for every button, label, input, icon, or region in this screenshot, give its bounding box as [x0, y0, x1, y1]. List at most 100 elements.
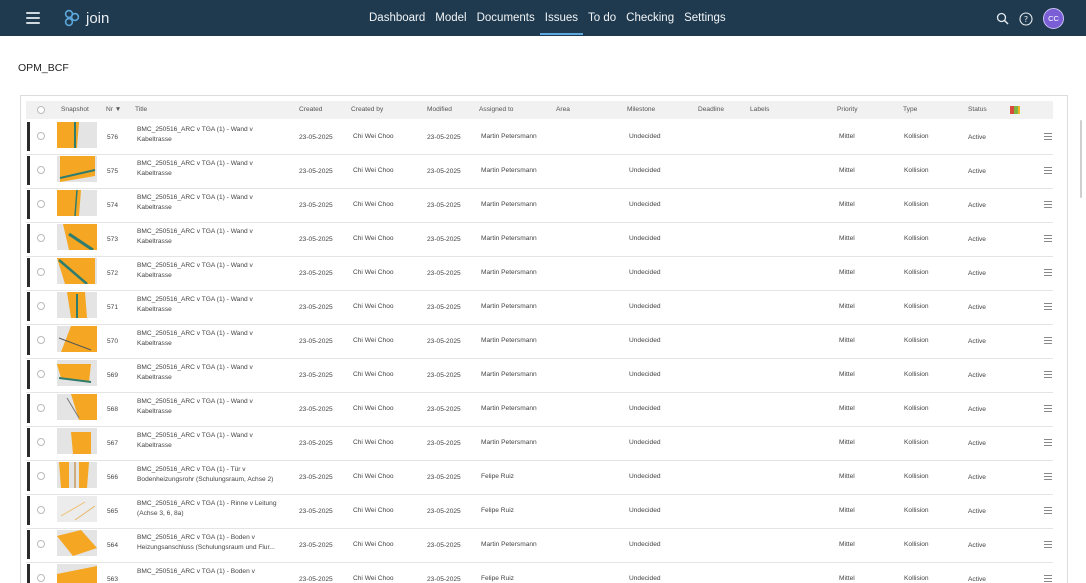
col-nr[interactable]: Nr ▼	[106, 101, 121, 119]
row-menu-icon[interactable]	[1044, 439, 1052, 446]
row-select-radio[interactable]	[37, 574, 45, 582]
col-created-by[interactable]: Created by	[351, 101, 383, 119]
snapshot-thumbnail[interactable]	[57, 496, 97, 522]
row-select-radio[interactable]	[37, 132, 45, 140]
table-row[interactable]: 575 BMC_250516_ARC v TGA (1) - Wand v Kab…	[26, 154, 1053, 189]
issue-title[interactable]: BMC_250516_ARC v TGA (1) - Wand v Kabelt…	[137, 295, 289, 314]
row-select-radio[interactable]	[37, 404, 45, 412]
table-row[interactable]: 572 BMC_250516_ARC v TGA (1) - Wand v Kab…	[26, 256, 1053, 291]
user-avatar[interactable]: CC	[1043, 8, 1064, 29]
vertical-scrollbar[interactable]	[1080, 120, 1082, 198]
snapshot-thumbnail[interactable]	[57, 224, 97, 250]
row-select-radio[interactable]	[37, 302, 45, 310]
issue-title[interactable]: BMC_250516_ARC v TGA (1) - Wand v Kabelt…	[137, 329, 289, 348]
row-menu-icon[interactable]	[1044, 405, 1052, 412]
search-icon[interactable]	[993, 10, 1011, 28]
row-select-radio[interactable]	[37, 268, 45, 276]
row-menu-icon[interactable]	[1044, 371, 1052, 378]
row-select-radio[interactable]	[37, 336, 45, 344]
nav-checking[interactable]: Checking	[621, 0, 679, 36]
col-area[interactable]: Area	[556, 101, 570, 119]
table-row[interactable]: 570 BMC_250516_ARC v TGA (1) - Wand v Kab…	[26, 324, 1053, 359]
issue-title[interactable]: BMC_250516_ARC v TGA (1) - Wand v Kabelt…	[137, 363, 289, 382]
issue-number: 570	[107, 338, 119, 345]
col-priority[interactable]: Priority	[837, 101, 858, 119]
table-row[interactable]: 576 BMC_250516_ARC v TGA (1) - Wand v Kab…	[26, 120, 1053, 155]
nav-issues[interactable]: Issues	[539, 0, 584, 36]
row-menu-icon[interactable]	[1044, 507, 1052, 514]
col-title[interactable]: Title	[135, 101, 147, 119]
snapshot-thumbnail[interactable]	[57, 394, 97, 420]
select-all-radio[interactable]	[37, 106, 45, 114]
flag-icon[interactable]	[1010, 105, 1020, 114]
nav-documents[interactable]: Documents	[472, 0, 540, 36]
col-deadline[interactable]: Deadline	[698, 101, 724, 119]
row-menu-icon[interactable]	[1044, 269, 1052, 276]
col-modified[interactable]: Modified	[427, 101, 452, 119]
snapshot-thumbnail[interactable]	[57, 462, 97, 488]
col-created[interactable]: Created	[299, 101, 322, 119]
issue-title[interactable]: BMC_250516_ARC v TGA (1) - Wand v Kabelt…	[137, 193, 289, 212]
snapshot-thumbnail[interactable]	[57, 292, 97, 318]
snapshot-thumbnail[interactable]	[57, 258, 97, 284]
issue-title[interactable]: BMC_250516_ARC v TGA (1) - Boden v	[137, 567, 289, 577]
row-menu-icon[interactable]	[1044, 167, 1052, 174]
snapshot-thumbnail[interactable]	[57, 156, 97, 182]
nav-settings[interactable]: Settings	[679, 0, 731, 36]
col-labels[interactable]: Labels	[750, 101, 769, 119]
row-select-radio[interactable]	[37, 506, 45, 514]
issue-title[interactable]: BMC_250516_ARC v TGA (1) - Wand v Kabelt…	[137, 397, 289, 416]
snapshot-thumbnail[interactable]	[57, 122, 97, 148]
table-row[interactable]: 567 BMC_250516_ARC v TGA (1) - Wand v Kab…	[26, 426, 1053, 461]
snapshot-thumbnail[interactable]	[57, 190, 97, 216]
table-row[interactable]: 571 BMC_250516_ARC v TGA (1) - Wand v Kab…	[26, 290, 1053, 325]
table-row[interactable]: 564 BMC_250516_ARC v TGA (1) - Boden v He…	[26, 528, 1053, 563]
issue-title[interactable]: BMC_250516_ARC v TGA (1) - Wand v Kabelt…	[137, 159, 289, 178]
issue-title[interactable]: BMC_250516_ARC v TGA (1) - Wand v Kabelt…	[137, 125, 289, 144]
issue-title[interactable]: BMC_250516_ARC v TGA (1) - Boden v Heizu…	[137, 533, 289, 552]
table-row[interactable]: 568 BMC_250516_ARC v TGA (1) - Wand v Kab…	[26, 392, 1053, 427]
help-icon[interactable]: ?	[1017, 10, 1035, 28]
table-row[interactable]: 573 BMC_250516_ARC v TGA (1) - Wand v Kab…	[26, 222, 1053, 257]
issue-title[interactable]: BMC_250516_ARC v TGA (1) - Wand v Kabelt…	[137, 227, 289, 246]
nav-model[interactable]: Model	[430, 0, 471, 36]
snapshot-thumbnail[interactable]	[57, 428, 97, 454]
row-menu-icon[interactable]	[1044, 133, 1052, 140]
issue-title[interactable]: BMC_250516_ARC v TGA (1) - Rinne v Leitu…	[137, 499, 289, 518]
table-row[interactable]: 565 BMC_250516_ARC v TGA (1) - Rinne v Le…	[26, 494, 1053, 529]
row-menu-icon[interactable]	[1044, 201, 1052, 208]
row-select-radio[interactable]	[37, 200, 45, 208]
issue-title[interactable]: BMC_250516_ARC v TGA (1) - Wand v Kabelt…	[137, 261, 289, 280]
col-type[interactable]: Type	[903, 101, 917, 119]
row-menu-icon[interactable]	[1044, 303, 1052, 310]
row-menu-icon[interactable]	[1044, 473, 1052, 480]
table-row[interactable]: 569 BMC_250516_ARC v TGA (1) - Wand v Kab…	[26, 358, 1053, 393]
nav-dashboard[interactable]: Dashboard	[364, 0, 430, 36]
row-menu-icon[interactable]	[1044, 575, 1052, 582]
issue-title[interactable]: BMC_250516_ARC v TGA (1) - Wand v Kabelt…	[137, 431, 289, 450]
table-row[interactable]: 563 BMC_250516_ARC v TGA (1) - Boden v 23-…	[26, 562, 1053, 583]
app-logo[interactable]: join	[62, 8, 109, 28]
table-row[interactable]: 566 BMC_250516_ARC v TGA (1) - Tür v Bode…	[26, 460, 1053, 495]
col-status[interactable]: Status	[968, 101, 987, 119]
row-menu-icon[interactable]	[1044, 541, 1052, 548]
issue-title[interactable]: BMC_250516_ARC v TGA (1) - Tür v Bodenhe…	[137, 465, 289, 484]
col-milestone[interactable]: Milestone	[627, 101, 655, 119]
nav-todo[interactable]: To do	[583, 0, 621, 36]
col-assigned-to[interactable]: Assigned to	[479, 101, 513, 119]
col-snapshot[interactable]: Snapshot	[61, 101, 89, 119]
hamburger-menu-icon[interactable]	[26, 12, 40, 24]
snapshot-thumbnail[interactable]	[57, 360, 97, 386]
table-row[interactable]: 574 BMC_250516_ARC v TGA (1) - Wand v Kab…	[26, 188, 1053, 223]
snapshot-thumbnail[interactable]	[57, 530, 97, 556]
row-menu-icon[interactable]	[1044, 337, 1052, 344]
row-menu-icon[interactable]	[1044, 235, 1052, 242]
row-select-radio[interactable]	[37, 540, 45, 548]
row-select-radio[interactable]	[37, 370, 45, 378]
snapshot-thumbnail[interactable]	[57, 326, 97, 352]
row-select-radio[interactable]	[37, 472, 45, 480]
row-select-radio[interactable]	[37, 234, 45, 242]
snapshot-thumbnail[interactable]	[57, 564, 97, 583]
row-select-radio[interactable]	[37, 166, 45, 174]
row-select-radio[interactable]	[37, 438, 45, 446]
